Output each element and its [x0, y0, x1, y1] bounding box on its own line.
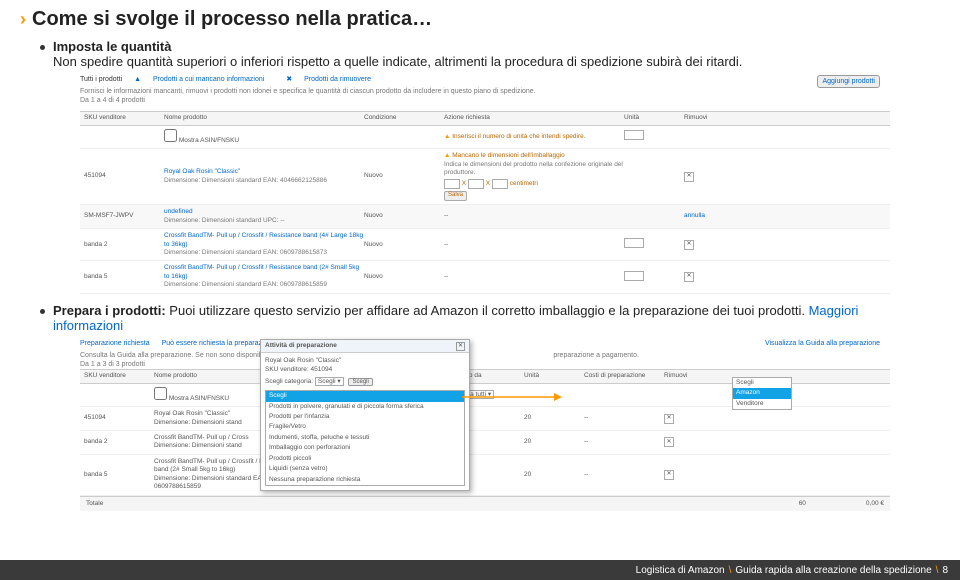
warning-icon: ▲ — [134, 76, 141, 83]
view-guide-link[interactable]: Visualizza la Guida alla preparazione — [765, 339, 880, 348]
table-row: banda 2 Crossfit BandTM- Pull up / Cross… — [80, 431, 890, 455]
bullet-icon — [40, 45, 45, 50]
warning-icon: ▲ — [444, 133, 450, 140]
units-input[interactable] — [624, 130, 644, 140]
annotation-arrow — [462, 391, 562, 403]
table-row: 451094 Royal Oak Rosin "Classic"Dimensio… — [80, 407, 890, 431]
add-products-button[interactable]: Aggiungi prodotti — [817, 75, 880, 88]
th: Rimuovi — [664, 372, 704, 380]
dim-input[interactable] — [468, 179, 484, 189]
th: SKU venditore — [84, 372, 154, 380]
remove-button[interactable]: ✕ — [684, 272, 694, 282]
table-row: banda 5 Crossfit BandTM- Pull up / Cross… — [80, 261, 890, 293]
section2-text: Prepara i prodotti: Puoi utilizzare ques… — [53, 303, 920, 333]
units-input[interactable] — [624, 271, 644, 281]
th: Unità — [524, 372, 584, 380]
th-action: Azione richiesta — [444, 114, 624, 122]
prepared-by-dropdown[interactable]: Scegli Amazon Venditore — [732, 377, 792, 410]
dropdown-list[interactable]: Scegli Prodotti in polvere, granulati e … — [265, 390, 465, 486]
th-remove: Rimuovi — [684, 114, 724, 122]
bullet-icon — [40, 309, 45, 314]
th-name: Nome prodotto — [164, 114, 364, 122]
dim-input[interactable] — [444, 179, 460, 189]
tab-remove[interactable]: ✖ Prodotti da rimuovere — [286, 76, 381, 83]
table-row: banda 2 Crossfit BandTM- Pull up / Cross… — [80, 229, 890, 261]
footer: Logistica di Amazon\Guida rapida alla cr… — [0, 560, 960, 580]
category-dropdown[interactable]: Scegli ▾ — [315, 377, 344, 386]
chevron-icon: › — [20, 9, 26, 30]
choose-button[interactable]: Scegli — [348, 378, 372, 386]
save-button[interactable]: Salva — [444, 191, 467, 201]
screenshot-1: Tutti i prodotti ▲ Prodotti a cui mancan… — [80, 75, 890, 295]
total-label: Totale — [86, 500, 103, 508]
asin-row: Mostra ASIN/FNSKU ▲ Inserisci il numero … — [80, 126, 890, 149]
dim-input[interactable] — [492, 179, 508, 189]
table-row: banda 5 Crossfit BandTM- Pull up / Cross… — [80, 455, 890, 496]
remove-button[interactable]: ✕ — [664, 414, 674, 424]
tab-missing[interactable]: ▲ Prodotti a cui mancano informazioni — [134, 76, 274, 83]
screenshot-2: Preparazione richiesta Può essere richie… — [80, 339, 890, 511]
tab-prep-required[interactable]: Preparazione richiesta — [80, 340, 150, 347]
asin-checkbox[interactable] — [154, 387, 167, 400]
warning-icon: ▲ — [444, 152, 450, 159]
th-cond: Condizione — [364, 114, 444, 122]
table-row: SM-MSF7-JWPV undefinedDimensione: Dimens… — [80, 205, 890, 229]
asin-checkbox[interactable] — [164, 129, 177, 142]
section1-text: Imposta le quantità Non spedire quantità… — [53, 39, 742, 69]
help-text: Fornisci le informazioni mancanti, rimuo… — [80, 87, 890, 96]
units-input[interactable] — [624, 238, 644, 248]
tab-all[interactable]: Tutti i prodotti — [80, 76, 122, 83]
th-units: Unità — [624, 114, 684, 122]
table-row: 451094 Royal Oak Rosin "Classic"Dimensio… — [80, 149, 890, 205]
remove-button[interactable]: ✕ — [664, 470, 674, 480]
close-icon[interactable]: ✕ — [456, 342, 465, 351]
remove-icon: ✖ — [286, 76, 292, 83]
prep-modal: Attività di preparazione✕ Royal Oak Rosi… — [260, 339, 470, 491]
remove-button[interactable]: ✕ — [684, 240, 694, 250]
range-text: Da 1 a 4 di 4 prodotti — [80, 96, 890, 105]
remove-button[interactable]: ✕ — [664, 437, 674, 447]
tab-prep-maybe[interactable]: Può essere richiesta la preparazione — [162, 340, 276, 347]
cancel-link[interactable]: annulla — [684, 212, 705, 219]
page-title: Come si svolge il processo nella pratica… — [32, 8, 432, 31]
remove-button[interactable]: ✕ — [684, 172, 694, 182]
th-sku: SKU venditore — [84, 114, 164, 122]
th: Costi di preparazione — [584, 372, 664, 380]
